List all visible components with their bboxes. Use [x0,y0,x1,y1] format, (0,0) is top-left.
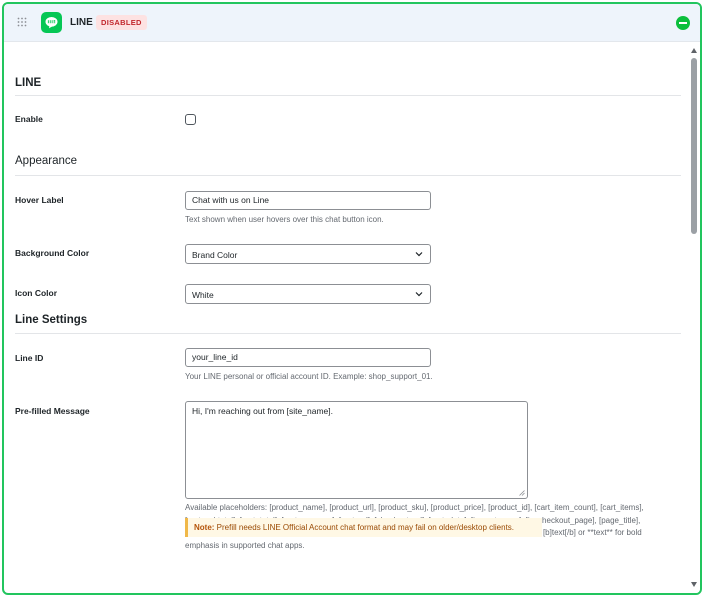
enable-label: Enable [15,114,43,124]
status-badge: DISABLED [96,15,147,30]
icon-color-label: Icon Color [15,288,58,298]
section-title-appearance: Appearance [15,155,78,167]
icon-color-select[interactable]: White [185,284,431,304]
note-text: Prefill needs LINE Official Account chat… [214,523,515,532]
line-app-icon [41,12,62,33]
note-label: Note: [194,523,215,532]
chevron-down-icon [415,252,423,257]
line-id-input[interactable]: your_line_id [185,348,431,367]
background-color-select[interactable]: Brand Color [185,244,431,264]
hover-label-help: Text shown when user hovers over this ch… [185,215,384,224]
enable-checkbox[interactable] [185,114,196,125]
panel-title: LINE [70,17,93,28]
drag-handle-icon[interactable] [17,17,27,27]
prefill-note: Note: Prefill needs LINE Official Accoun… [185,518,542,537]
chevron-down-icon [415,292,423,297]
prefilled-message-textarea[interactable]: Hi, I'm reaching out from [site_name]. [185,401,528,499]
panel-header[interactable]: LINE DISABLED [4,4,700,42]
hover-label-label: Hover Label [15,195,64,205]
prefilled-message-label: Pre-filled Message [15,406,90,416]
line-settings-panel: LINE DISABLED LINE Enable Appearance Hov… [2,2,702,595]
line-id-help: Your LINE personal or official account I… [185,372,433,381]
prefilled-message-value: Hi, I'm reaching out from [site_name]. [192,406,333,416]
placeholders-help-line: Available placeholders: [product_name], … [185,503,644,512]
background-color-label: Background Color [15,248,90,258]
background-color-value: Brand Color [192,250,238,260]
divider [15,175,681,176]
section-title-line: LINE [15,77,42,89]
scroll-up-arrow-icon[interactable] [691,48,697,53]
settings-content: LINE Enable Appearance Hover Label Chat … [4,43,688,593]
scrollbar-thumb[interactable] [691,58,697,234]
icon-color-value: White [192,290,214,300]
collapse-minus-icon[interactable] [676,16,690,30]
resize-grip-icon[interactable] [519,490,525,496]
hover-label-input[interactable]: Chat with us on Line [185,191,431,210]
placeholders-help-line: emphasis in supported chat apps. [185,540,305,550]
section-title-line-settings: Line Settings [15,314,88,326]
scroll-down-arrow-icon[interactable] [691,582,697,587]
divider [15,333,681,334]
divider [15,95,681,96]
line-id-label: Line ID [15,353,44,363]
